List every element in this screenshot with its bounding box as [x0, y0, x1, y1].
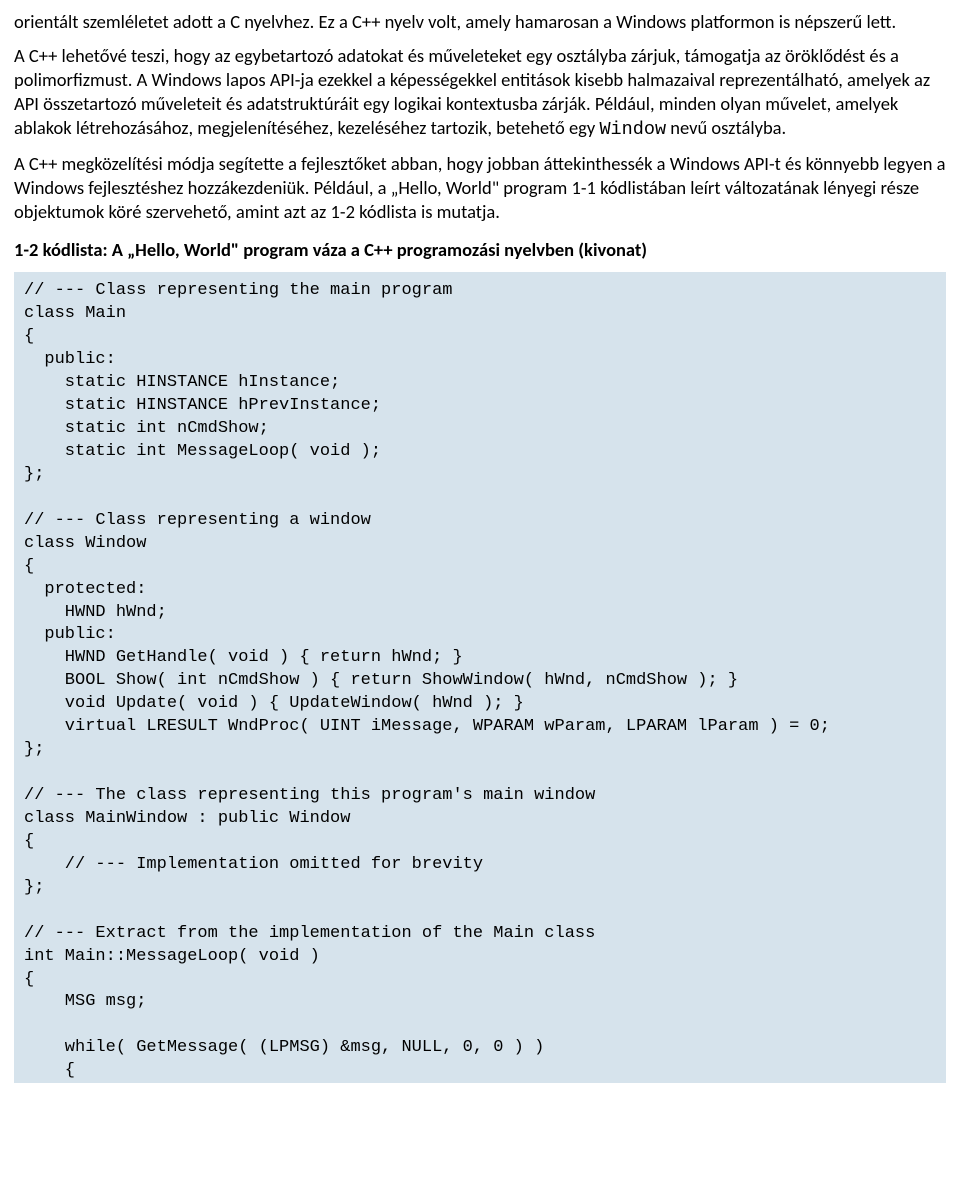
code-listing: // --- Class representing the main progr… — [14, 272, 946, 1083]
paragraph-2-text-a: A C++ lehetővé teszi, hogy az egybetarto… — [14, 44, 930, 139]
code-listing-heading: 1-2 kódlista: A „Hello, World" program v… — [14, 238, 946, 262]
paragraph-3: A C++ megközelítési módja segítette a fe… — [14, 152, 946, 224]
paragraph-2: A C++ lehetővé teszi, hogy az egybetarto… — [14, 44, 946, 142]
paragraph-2-inline-code: Window — [599, 119, 666, 140]
paragraph-1: orientált szemléletet adott a C nyelvhez… — [14, 10, 946, 34]
paragraph-2-text-b: nevű osztályba. — [666, 116, 786, 139]
